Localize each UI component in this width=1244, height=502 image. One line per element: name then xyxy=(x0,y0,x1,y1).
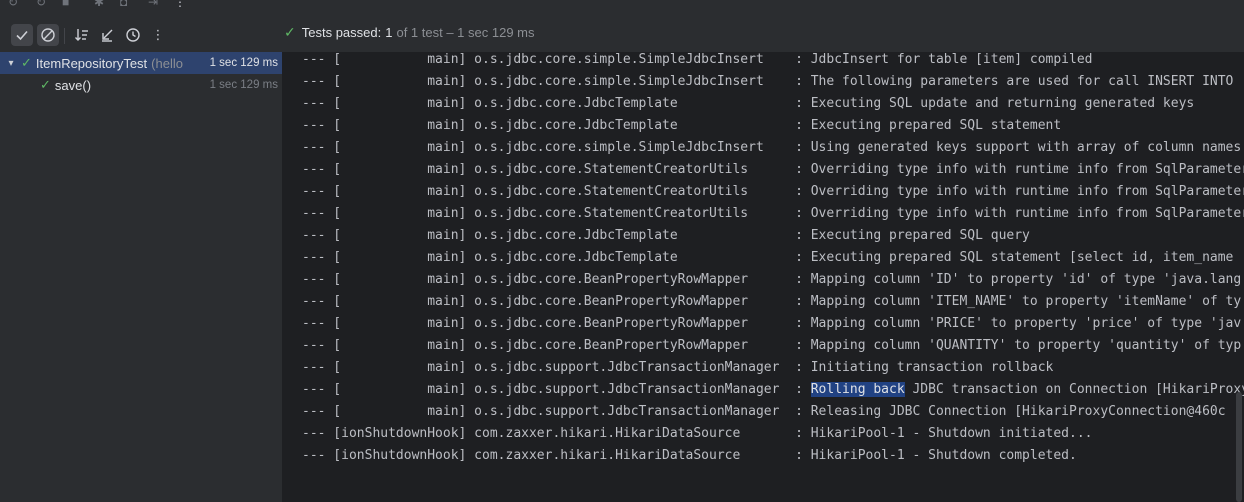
check-icon xyxy=(16,30,28,41)
passed-check-icon: ✓ xyxy=(21,55,32,70)
toolbar-separator xyxy=(64,28,65,44)
console-line-text: --- [ main] o.s.jdbc.core.StatementCreat… xyxy=(302,162,1244,177)
console-line-text: --- [ main] o.s.jdbc.support.JdbcTransac… xyxy=(302,382,811,397)
tree-item-label: ItemRepositoryTest xyxy=(35,55,148,71)
console-line: --- [ main] o.s.jdbc.core.StatementCreat… xyxy=(302,159,1244,181)
tree-item-root[interactable]: ▾ ✓ ItemRepositoryTest (hello 1 sec 129 … xyxy=(0,52,282,74)
chevron-down-icon[interactable]: ▾ xyxy=(5,58,17,69)
console-line-text: --- [ main] o.s.jdbc.core.BeanPropertyRo… xyxy=(302,338,1242,353)
console-line: --- [ main] o.s.jdbc.core.simple.SimpleJ… xyxy=(302,52,1244,71)
collapse-icon xyxy=(102,29,113,42)
console-line-text: --- [ main] o.s.jdbc.core.JdbcTemplate :… xyxy=(302,250,1234,265)
camera-icon[interactable]: ◘ xyxy=(120,0,127,9)
console-line: --- [ main] o.s.jdbc.support.JdbcTransac… xyxy=(302,379,1244,401)
tree-item-time: 1 sec 129 ms xyxy=(209,79,278,91)
clock-icon xyxy=(126,28,140,42)
console-line: --- [ main] o.s.jdbc.core.simple.SimpleJ… xyxy=(302,71,1244,93)
search-highlight: Rolling back xyxy=(810,382,905,397)
status-summary: of 1 test – 1 sec 129 ms xyxy=(396,24,535,40)
test-status: ✓ Tests passed: 1 of 1 test – 1 sec 129 … xyxy=(284,12,535,52)
tree-item-hint: (hello xyxy=(151,55,183,71)
status-passed-count: 1 xyxy=(385,24,393,40)
passed-check-icon: ✓ xyxy=(40,77,51,92)
console-line-text: --- [ionShutdownHook] com.zaxxer.hikari.… xyxy=(302,448,1077,463)
console-line: --- [ main] o.s.jdbc.support.JdbcTransac… xyxy=(302,401,1244,423)
test-tree: ▾ ✓ ItemRepositoryTest (hello 1 sec 129 … xyxy=(0,52,283,502)
vertical-scrollbar[interactable] xyxy=(1236,392,1242,502)
console-line: --- [ main] o.s.jdbc.core.BeanPropertyRo… xyxy=(302,335,1244,357)
console-line-text: --- [ main] o.s.jdbc.core.JdbcTemplate :… xyxy=(302,96,1195,111)
console-line: --- [ main] o.s.jdbc.core.BeanPropertyRo… xyxy=(302,291,1244,313)
console-lines: --- [ main] o.s.jdbc.core.simple.SimpleJ… xyxy=(302,52,1244,467)
console-line: --- [ main] o.s.jdbc.core.JdbcTemplate :… xyxy=(302,115,1244,137)
console-line: --- [ main] o.s.jdbc.core.JdbcTemplate :… xyxy=(302,93,1244,115)
rerun-failed-icon[interactable]: ↻ xyxy=(36,0,46,9)
console-line-text: --- [ main] o.s.jdbc.support.JdbcTransac… xyxy=(302,404,1226,419)
passed-check-icon: ✓ xyxy=(284,23,296,40)
console-line: --- [ main] o.s.jdbc.core.JdbcTemplate :… xyxy=(302,225,1244,247)
console-line-text: --- [ionShutdownHook] com.zaxxer.hikari.… xyxy=(302,426,1093,441)
more-vertical-icon: ⋮ xyxy=(151,27,165,42)
console-line: --- [ main] o.s.jdbc.core.BeanPropertyRo… xyxy=(302,269,1244,291)
rerun-icon[interactable]: ↻ xyxy=(8,0,18,9)
console-line: --- [ main] o.s.jdbc.core.JdbcTemplate :… xyxy=(302,247,1244,269)
sort-icon xyxy=(75,29,88,41)
more-icon[interactable]: ⋮ xyxy=(174,0,186,9)
console-output[interactable]: --- [ main] o.s.jdbc.core.simple.SimpleJ… xyxy=(283,52,1244,502)
status-label: Tests passed: xyxy=(301,24,382,40)
console-line: --- [ionShutdownHook] com.zaxxer.hikari.… xyxy=(302,445,1244,467)
console-line-text: --- [ main] o.s.jdbc.core.StatementCreat… xyxy=(302,184,1244,199)
console-line-text: --- [ main] o.s.jdbc.core.StatementCreat… xyxy=(302,206,1244,221)
console-line: --- [ionShutdownHook] com.zaxxer.hikari.… xyxy=(302,423,1244,445)
ignored-icon xyxy=(41,28,55,42)
exit-icon[interactable]: ⇥ xyxy=(148,0,158,9)
tree-item-time: 1 sec 129 ms xyxy=(209,57,278,69)
run-toolbar-strip: ↻ ↻ ■ ✱ ◘ ⇥ ⋮ xyxy=(0,0,1244,12)
console-line: --- [ main] o.s.jdbc.core.StatementCreat… xyxy=(302,181,1244,203)
collapse-button[interactable] xyxy=(96,24,118,46)
console-line: --- [ main] o.s.jdbc.core.BeanPropertyRo… xyxy=(302,313,1244,335)
console-line: --- [ main] o.s.jdbc.core.StatementCreat… xyxy=(302,203,1244,225)
history-button[interactable] xyxy=(122,24,144,46)
debug-icon[interactable]: ✱ xyxy=(94,0,104,9)
show-ignored-button[interactable] xyxy=(37,24,59,46)
tree-item-label: save() xyxy=(54,77,92,93)
sort-button[interactable] xyxy=(71,24,93,46)
console-line-text: --- [ main] o.s.jdbc.core.BeanPropertyRo… xyxy=(302,272,1242,287)
stop-icon[interactable]: ■ xyxy=(62,0,69,9)
more-options-button[interactable]: ⋮ xyxy=(147,24,169,46)
console-line-text: JDBC transaction on Connection [HikariPr… xyxy=(904,382,1244,397)
console-line: --- [ main] o.s.jdbc.support.JdbcTransac… xyxy=(302,357,1244,379)
console-line: --- [ main] o.s.jdbc.core.simple.SimpleJ… xyxy=(302,137,1244,159)
console-line-text: --- [ main] o.s.jdbc.core.simple.SimpleJ… xyxy=(302,74,1234,89)
console-line-text: --- [ main] o.s.jdbc.core.BeanPropertyRo… xyxy=(302,294,1242,309)
show-passed-button[interactable] xyxy=(11,24,33,46)
console-line-text: --- [ main] o.s.jdbc.core.simple.SimpleJ… xyxy=(302,140,1242,155)
test-toolbar: ⋮ xyxy=(0,12,1244,53)
console-line-text: --- [ main] o.s.jdbc.core.JdbcTemplate :… xyxy=(302,228,1030,243)
console-line-text: --- [ main] o.s.jdbc.support.JdbcTransac… xyxy=(302,360,1054,375)
console-line-text: --- [ main] o.s.jdbc.core.BeanPropertyRo… xyxy=(302,316,1242,331)
tree-item-save[interactable]: ✓ save() 1 sec 129 ms xyxy=(0,74,282,96)
console-line-text: --- [ main] o.s.jdbc.core.JdbcTemplate :… xyxy=(302,118,1062,133)
console-line-text: --- [ main] o.s.jdbc.core.simple.SimpleJ… xyxy=(302,52,1093,67)
